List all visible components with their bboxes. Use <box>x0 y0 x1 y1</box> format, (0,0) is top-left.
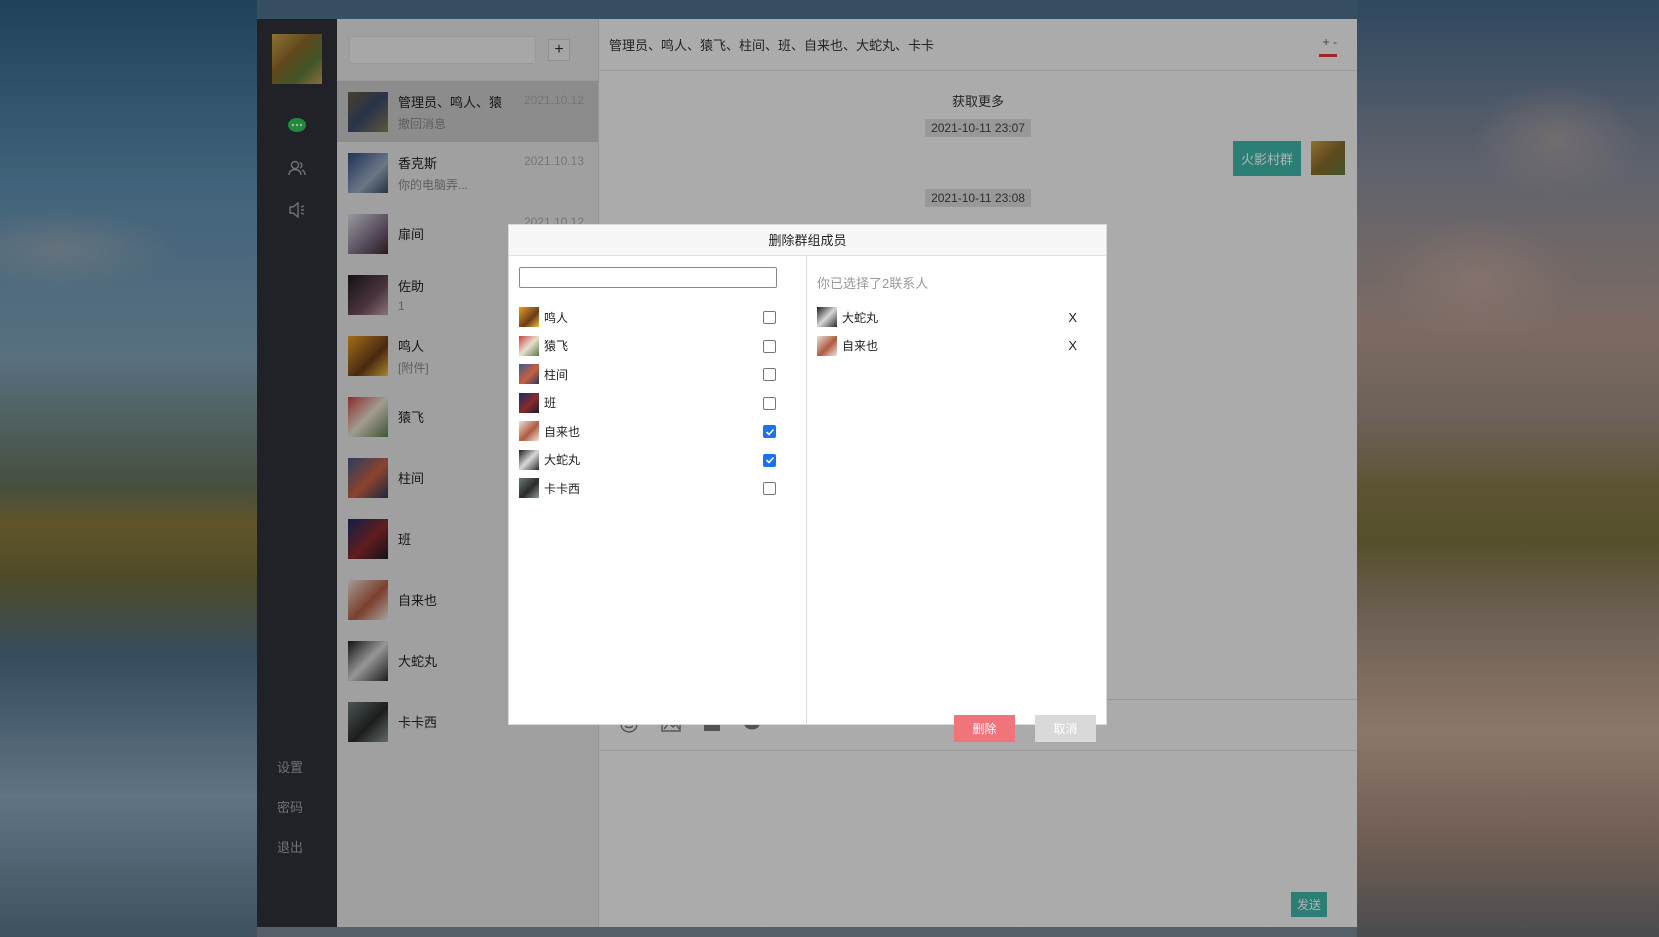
member-name: 柱间 <box>544 367 569 382</box>
avatar <box>519 421 539 441</box>
selected-member: 自来也 X <box>817 335 1077 356</box>
member-name: 大蛇丸 <box>544 453 581 467</box>
member-name: 自来也 <box>544 424 581 439</box>
selected-member: 大蛇丸 X <box>817 307 1077 327</box>
selected-panel: 你已选择了2联系人 大蛇丸 X 自来也 X 删除 取消 <box>807 256 1106 742</box>
member-checkbox[interactable] <box>763 339 776 353</box>
member-name: 鸣人 <box>544 310 569 325</box>
member-checkbox[interactable] <box>763 396 776 410</box>
selected-count: 你已选择了2联系人 <box>817 276 929 291</box>
avatar <box>519 449 539 470</box>
avatar <box>519 392 539 413</box>
member-row[interactable]: 卡卡西 <box>519 478 789 498</box>
delete-members-dialog: 删除群组成员 鸣人 猿飞 柱间班自来也 大蛇丸 卡卡西 你已选择了2联系人 大蛇丸 X 自来… <box>508 224 1107 742</box>
member-name: 班 <box>544 396 557 410</box>
member-checkbox[interactable] <box>763 425 776 438</box>
avatar <box>519 307 539 327</box>
avatar <box>519 364 539 384</box>
member-name: 卡卡西 <box>544 481 581 496</box>
member-checkbox[interactable] <box>763 368 776 381</box>
member-name: 大蛇丸 <box>842 310 879 325</box>
remove-selected-button[interactable]: X <box>1068 338 1077 353</box>
member-row[interactable]: 班 <box>519 392 789 413</box>
avatar <box>519 478 539 498</box>
remove-selected-button[interactable]: X <box>1068 310 1077 325</box>
member-checkbox[interactable] <box>763 453 776 467</box>
member-row[interactable]: 猿飞 <box>519 335 789 356</box>
member-checkbox[interactable] <box>763 311 776 324</box>
avatar <box>817 307 837 327</box>
cancel-button[interactable]: 取消 <box>1035 715 1096 742</box>
delete-button[interactable]: 删除 <box>954 715 1015 742</box>
member-search-input[interactable] <box>519 267 777 288</box>
avatar <box>519 335 539 356</box>
member-name: 自来也 <box>842 339 879 353</box>
member-checkbox[interactable] <box>763 482 776 495</box>
member-picker: 鸣人猿飞柱间班自来也大蛇丸卡卡西 <box>509 256 807 724</box>
member-name: 猿飞 <box>544 339 569 353</box>
member-row[interactable]: 自来也 <box>519 421 789 441</box>
dialog-title: 删除群组成员 <box>509 225 1106 256</box>
member-row[interactable]: 柱间 <box>519 364 789 384</box>
member-row[interactable]: 大蛇丸 <box>519 449 789 470</box>
avatar <box>817 335 837 356</box>
member-row[interactable]: 鸣人 <box>519 307 789 327</box>
